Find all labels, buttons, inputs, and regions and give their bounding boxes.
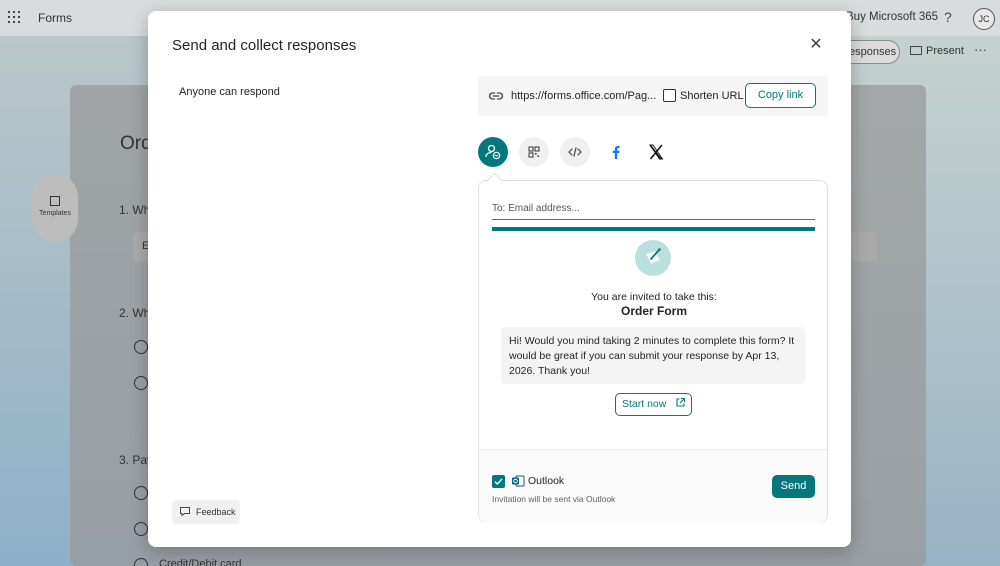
templates-button[interactable]: Templates xyxy=(32,174,78,242)
templates-label: Templates xyxy=(39,210,71,217)
open-external-icon xyxy=(676,397,686,407)
share-email-button[interactable] xyxy=(478,137,508,167)
share-facebook-button[interactable] xyxy=(601,137,631,167)
qr-code-icon xyxy=(528,146,540,158)
templates-icon xyxy=(50,196,60,206)
app-launcher-icon[interactable] xyxy=(8,11,20,23)
share-qr-code-button[interactable] xyxy=(519,137,549,167)
radio-option xyxy=(134,376,148,390)
present-label: Present xyxy=(926,45,964,57)
facebook-icon xyxy=(612,146,620,159)
dialog-title: Send and collect responses xyxy=(172,37,357,54)
radio-option xyxy=(134,340,148,354)
radio-option xyxy=(134,486,148,500)
form-title: Ord xyxy=(120,133,152,154)
feedback-icon xyxy=(180,507,190,517)
feedback-button[interactable]: Feedback xyxy=(172,500,240,524)
outlook-label: Outlook xyxy=(528,475,565,487)
shorten-url-label: Shorten URL xyxy=(680,90,744,102)
present-icon xyxy=(910,46,922,55)
invitation-text: You are invited to take this: xyxy=(591,291,717,303)
email-invite-panel: To: Email address... You are invited to … xyxy=(478,172,828,523)
outlook-icon xyxy=(512,475,525,487)
radio-option xyxy=(134,558,148,566)
share-embed-button[interactable] xyxy=(560,137,590,167)
buy-microsoft-365-link[interactable]: Buy Microsoft 365 xyxy=(846,11,938,23)
code-icon xyxy=(568,147,582,157)
share-url[interactable]: https://forms.office.com/Pag... xyxy=(511,90,656,102)
app-name: Forms xyxy=(38,11,72,25)
person-mail-icon xyxy=(485,144,501,160)
send-responses-dialog: Send and collect responses ✕ Anyone can … xyxy=(148,11,851,547)
share-link-bar: https://forms.office.com/Pag... Shorten … xyxy=(478,76,828,116)
start-now-label: Start now xyxy=(622,398,667,410)
invitation-message[interactable]: Hi! Would you mind taking 2 minutes to c… xyxy=(501,327,805,384)
help-icon[interactable]: ? xyxy=(944,9,952,25)
avatar[interactable]: JC xyxy=(973,8,995,30)
email-panel-footer: Outlook Invitation will be sent via Outl… xyxy=(479,449,827,523)
audience-selector[interactable]: Anyone can respond xyxy=(179,86,280,98)
feedback-label: Feedback xyxy=(196,507,236,517)
outlook-note: Invitation will be sent via Outlook xyxy=(492,494,616,504)
question-1: 1. Wh xyxy=(119,203,151,217)
close-icon[interactable]: ✕ xyxy=(808,37,824,53)
question-2: 2. Wh xyxy=(119,306,151,320)
checkmark-icon xyxy=(494,478,503,486)
x-icon xyxy=(649,144,664,160)
panel-pointer xyxy=(486,172,503,189)
start-now-button[interactable]: Start now xyxy=(615,393,692,416)
invited-form-name: Order Form xyxy=(620,304,687,318)
email-preview-accent-bar xyxy=(492,227,815,231)
present-button[interactable]: Present xyxy=(910,45,964,57)
share-x-button[interactable] xyxy=(641,137,671,167)
email-address-input[interactable]: To: Email address... xyxy=(492,200,815,220)
radio-option xyxy=(134,522,148,536)
shorten-url-checkbox[interactable] xyxy=(663,89,676,102)
send-button[interactable]: Send xyxy=(772,475,815,498)
more-options-icon[interactable]: ··· xyxy=(974,42,987,57)
link-icon xyxy=(489,92,503,100)
copy-link-button[interactable]: Copy link xyxy=(745,83,816,108)
outlook-checkbox[interactable] xyxy=(492,475,505,488)
invitation-icon xyxy=(635,240,671,276)
payment-option-label: Credit/Debit card xyxy=(159,558,242,566)
